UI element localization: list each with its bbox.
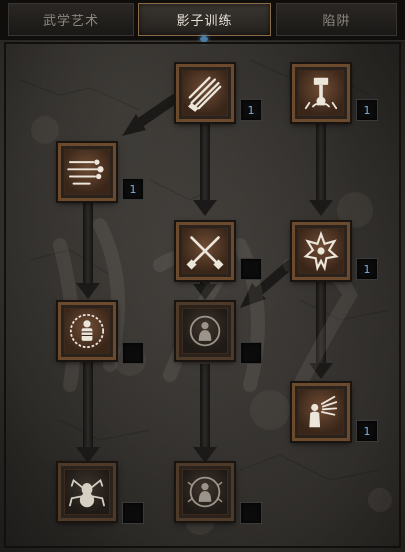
speed-icon bbox=[67, 159, 104, 185]
rank-claw-mastery: 1 bbox=[240, 99, 262, 121]
rank-burst-of-speed: 1 bbox=[122, 178, 144, 200]
arrow-cloak-to-mind-blast bbox=[309, 282, 333, 379]
rank-venom bbox=[122, 502, 144, 524]
rank-psychic-hammer: 1 bbox=[356, 99, 378, 121]
tab-martial-arts[interactable]: 武学艺术 bbox=[8, 3, 134, 36]
active-tab-indicator-icon bbox=[199, 34, 209, 44]
aura-figure-icon bbox=[69, 313, 105, 349]
arrow-burst-to-fade bbox=[76, 203, 100, 299]
skill-cloak-of-shadows[interactable] bbox=[292, 222, 350, 280]
skill-shadow-warrior[interactable] bbox=[176, 302, 234, 360]
skill-fade[interactable] bbox=[58, 302, 116, 360]
claw-icon bbox=[187, 76, 222, 112]
skill-tree-panel: 武学艺术 影子训练 陷阱 1 1 1 1 1 bbox=[0, 0, 405, 552]
arrow-fade-to-venom bbox=[76, 362, 100, 463]
arrow-claw-to-weapon-block bbox=[193, 123, 217, 216]
skill-claw-mastery[interactable] bbox=[176, 64, 234, 122]
arrow-hammer-to-cloak bbox=[309, 123, 333, 216]
dark-figure-icon bbox=[189, 315, 221, 347]
skill-venom[interactable] bbox=[58, 463, 116, 521]
crossed-blades-icon bbox=[186, 236, 224, 270]
skill-psychic-hammer[interactable] bbox=[292, 64, 350, 122]
skill-weapon-block[interactable] bbox=[176, 222, 234, 280]
rank-cloak-of-shadows: 1 bbox=[356, 258, 378, 280]
rank-mind-blast: 1 bbox=[356, 420, 378, 442]
skill-shadow-master[interactable] bbox=[176, 463, 234, 521]
skill-mind-blast[interactable] bbox=[292, 383, 350, 441]
tab-shadow-disciplines[interactable]: 影子训练 bbox=[138, 3, 271, 36]
rank-weapon-block bbox=[240, 258, 262, 280]
hammer-icon bbox=[304, 77, 338, 110]
arrow-claw-to-burst bbox=[122, 93, 179, 136]
rank-shadow-master bbox=[240, 502, 262, 524]
skill-burst-of-speed[interactable] bbox=[58, 143, 116, 201]
tab-traps[interactable]: 陷阱 bbox=[276, 3, 397, 36]
arrow-weapon-block-to-shadow-warrior bbox=[193, 280, 217, 300]
spider-icon bbox=[69, 478, 105, 508]
rank-shadow-warrior bbox=[240, 342, 262, 364]
shadow-master-icon bbox=[187, 476, 223, 508]
tab-bar: 武学艺术 影子训练 陷阱 bbox=[0, 0, 405, 44]
arrow-shadow-warrior-to-master bbox=[193, 364, 217, 463]
rank-fade bbox=[122, 342, 144, 364]
starburst-icon bbox=[303, 230, 339, 272]
blast-figure-icon bbox=[309, 395, 338, 428]
